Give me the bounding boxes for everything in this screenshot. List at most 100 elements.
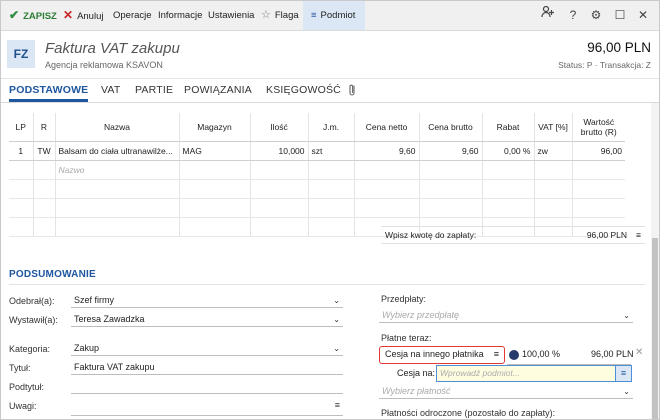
cell-discount[interactable]: 0,00 % (482, 141, 535, 161)
payment-status-dot (509, 350, 519, 360)
table-row-empty (9, 198, 625, 218)
chevron-down-icon: ⌄ (623, 311, 630, 320)
issued-by-label: Wystawił(a): (9, 315, 58, 325)
tab-partie[interactable]: PARTIE (135, 79, 173, 102)
close-icon: ✕ (63, 8, 74, 22)
cell-name[interactable]: Balsam do ciała ultranawilże... (55, 141, 180, 161)
menu-icon[interactable]: ≡ (335, 398, 340, 413)
tab-vat[interactable]: VAT (101, 79, 120, 102)
subtitle-label: Podtytuł: (9, 382, 45, 392)
gear-icon[interactable]: ⚙ (586, 1, 606, 30)
status-line: Status: P · Transakcja: Z (558, 60, 651, 70)
close-window-icon[interactable]: ✕ (633, 1, 653, 30)
cell-gross-value[interactable]: 96,00 (572, 141, 625, 161)
column-header[interactable]: Magazyn (179, 113, 251, 142)
chevron-down-icon: ⌄ (333, 344, 340, 353)
check-icon: ✔ (9, 8, 20, 22)
tab-podstawowe[interactable]: PODSTAWOWE (9, 79, 89, 102)
summary-section-title: PODSUMOWANIE (9, 269, 96, 280)
document-amount: 96,00 PLN (587, 40, 651, 55)
chevron-down-icon: ⌄ (333, 296, 340, 305)
tab-ksiegowosc[interactable]: KSIĘGOWOŚĆ (266, 79, 341, 102)
section-divider (9, 284, 645, 285)
column-header[interactable]: LP (9, 113, 34, 142)
category-label: Kategoria: (9, 344, 51, 354)
payment-method-select[interactable]: Cesja na innego płatnika ≡ (379, 346, 505, 364)
chevron-down-icon: ⌄ (333, 315, 340, 324)
prepayments-label: Przedpłaty: (381, 294, 427, 304)
toolbar: ✔ ZAPISZ ✕ Anuluj Operacje Informacje Usta… (1, 1, 659, 31)
tab-bar: PODSTAWOWE VAT PARTIE POWIĄZANIA KSIĘGOW… (1, 79, 659, 103)
table-row-new[interactable]: Nazwo (9, 160, 625, 180)
page-title: Faktura VAT zakupu (45, 40, 180, 57)
operations-menu[interactable]: Operacje (113, 1, 152, 30)
menu-icon[interactable]: ≡ (615, 365, 632, 382)
column-header[interactable]: J.m. (308, 113, 355, 142)
column-header[interactable]: Rabat (482, 113, 535, 142)
cell-quantity[interactable]: 10,000 (250, 141, 309, 161)
cell-lp[interactable]: 1 (9, 141, 34, 161)
cell-vat[interactable]: zw (534, 141, 573, 161)
notes-input[interactable]: ≡ (71, 398, 343, 416)
document-window: ✔ ZAPISZ ✕ Anuluj Operacje Informacje Usta… (0, 0, 660, 420)
received-by-label: Odebrał(a): (9, 296, 55, 306)
payment-amount-label: Wpisz kwotę do zapłaty: (385, 230, 477, 240)
cell-r[interactable]: TW (33, 141, 56, 161)
help-icon[interactable]: ? (563, 1, 583, 30)
notes-label: Uwagi: (9, 401, 37, 411)
menu-icon[interactable]: ≡ (494, 347, 499, 362)
settings-menu[interactable]: Ustawienia (208, 1, 254, 30)
vertical-scrollbar[interactable] (651, 103, 659, 419)
table-row[interactable]: 1 TW Balsam do ciała ultranawilże... MAG… (9, 141, 625, 161)
subject-button[interactable]: ≡ Podmiot (303, 1, 365, 30)
payment-amount-line[interactable]: Wpisz kwotę do zapłaty: 96,00 PLN ≡ (381, 226, 645, 244)
payment-select[interactable]: Wybierz płatność ⌄ (379, 384, 633, 399)
payment-amount-value[interactable]: 96,00 PLN (587, 227, 627, 244)
deferred-payments-label: Płatności odroczone (pozostało do zapłat… (381, 408, 556, 418)
pay-now-label: Płatne teraz: (381, 333, 432, 343)
title-input[interactable]: Faktura VAT zakupu (71, 360, 343, 375)
chevron-down-icon: ⌄ (623, 387, 630, 396)
new-item-input[interactable]: Nazwo (55, 160, 180, 180)
cell-warehouse[interactable]: MAG (179, 141, 251, 161)
column-header[interactable]: Cena brutto (419, 113, 483, 142)
tab-powiazania[interactable]: POWIĄZANIA (184, 79, 252, 102)
prepayments-select[interactable]: Wybierz przedpłatę ⌄ (379, 308, 633, 323)
column-header[interactable]: Nazwa (55, 113, 180, 142)
contractor-name: Agencja reklamowa KSAVON (45, 60, 163, 70)
cancel-button[interactable]: ✕ Anuluj (63, 1, 103, 30)
assign-to-label: Cesja na: (397, 368, 436, 378)
assign-to-input[interactable]: Wprowadź podmiot... (436, 365, 632, 382)
menu-icon: ≡ (311, 10, 317, 21)
info-menu[interactable]: Informacje (158, 1, 202, 30)
paperclip-icon[interactable] (347, 83, 357, 100)
items-table: LP R Nazwa Magazyn Ilość J.m. Cena netto… (9, 113, 625, 237)
cell-unit[interactable]: szt (308, 141, 355, 161)
flag-button[interactable]: ☆ Flaga (261, 1, 299, 30)
document-header: FZ Faktura VAT zakupu Agencja reklamowa … (1, 31, 659, 79)
column-header[interactable]: Ilość (250, 113, 309, 142)
column-header[interactable]: VAT [%] (534, 113, 573, 142)
payment-percent[interactable]: 100,00 % (522, 349, 560, 359)
column-header[interactable]: Cena netto (354, 113, 420, 142)
category-select[interactable]: Zakup ⌄ (71, 341, 343, 356)
subtitle-input[interactable] (71, 379, 343, 394)
star-icon: ☆ (261, 9, 271, 21)
scrollbar-thumb[interactable] (652, 238, 658, 419)
received-by-select[interactable]: Szef firmy ⌄ (71, 293, 343, 308)
cell-net-price[interactable]: 9,60 (354, 141, 420, 161)
column-header[interactable]: Wartość brutto (R) (572, 113, 625, 142)
cell-gross-price[interactable]: 9,60 (419, 141, 483, 161)
issued-by-select[interactable]: Teresa Zawadzka ⌄ (71, 312, 343, 327)
title-label: Tytuł: (9, 363, 31, 373)
maximize-icon[interactable]: ☐ (610, 1, 630, 30)
save-button[interactable]: ✔ ZAPISZ (9, 1, 57, 30)
add-contact-icon[interactable] (538, 1, 558, 30)
payment-amount[interactable]: 96,00 PLN (591, 349, 634, 359)
column-header[interactable]: R (33, 113, 56, 142)
close-icon[interactable]: ✕ (635, 347, 643, 358)
table-row-empty (9, 179, 625, 199)
menu-icon[interactable]: ≡ (636, 227, 641, 244)
document-type-badge: FZ (7, 40, 35, 68)
table-header-row: LP R Nazwa Magazyn Ilość J.m. Cena netto… (9, 113, 625, 142)
